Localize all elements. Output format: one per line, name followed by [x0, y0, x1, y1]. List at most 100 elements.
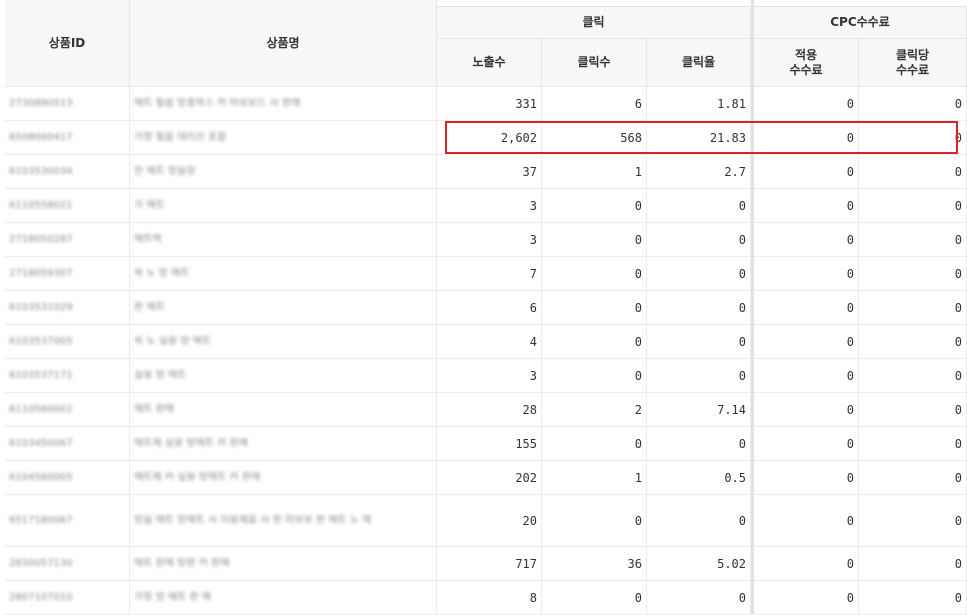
- fee-per-click-cell: 0: [859, 223, 967, 257]
- clicks-cell: 0: [542, 291, 647, 325]
- impressions-cell: 2,602: [437, 121, 542, 155]
- product-id-cell-text: 6103537005: [9, 336, 73, 347]
- applied-fee-cell: 0: [754, 121, 859, 155]
- ctr-cell: 1.81: [647, 87, 751, 121]
- impressions-cell: 3: [437, 223, 542, 257]
- header-group-click: 클릭: [437, 7, 751, 39]
- product-id-cell: 2718059307: [5, 257, 130, 291]
- fee-per-click-cell: 0: [859, 581, 967, 615]
- product-id-cell: 6508000417: [5, 121, 130, 155]
- product-name-cell-text: 매트 판매: [134, 403, 174, 415]
- product-name-cell: 매트 판매: [130, 393, 437, 427]
- fee-per-click-cell: 0: [859, 359, 967, 393]
- product-id-cell: 2730890513: [5, 87, 130, 121]
- header-impressions[interactable]: 노출수: [437, 39, 542, 87]
- product-id-cell-text: 2730890513: [9, 98, 73, 109]
- applied-fee-cell: 0: [754, 257, 859, 291]
- header-fee-per-click[interactable]: 클릭당 수수료: [859, 39, 967, 87]
- header-group-cpc: CPC수수료: [754, 7, 967, 39]
- product-name-cell-text: 가 매트: [134, 199, 165, 211]
- applied-fee-cell: 0: [754, 87, 859, 121]
- applied-fee-cell: 0: [754, 291, 859, 325]
- applied-fee-cell: 0: [754, 359, 859, 393]
- product-id-cell: 6103531029: [5, 291, 130, 325]
- product-id-cell-text: 6103537171: [9, 370, 73, 381]
- clicks-cell: 0: [542, 257, 647, 291]
- clicks-cell: 0: [542, 189, 647, 223]
- header-product-name[interactable]: 상품명: [130, 0, 437, 87]
- header-product-id[interactable]: 상품ID: [5, 0, 130, 87]
- fee-per-click-cell: 0: [859, 461, 967, 495]
- impressions-cell: 6: [437, 291, 542, 325]
- ctr-cell: 0: [647, 427, 751, 461]
- product-name-cell: 방음 매트 방매트 사 미용재료 사 판 마보보 판 매트 노 매: [130, 495, 437, 547]
- impressions-cell: 4: [437, 325, 542, 359]
- product-id-cell: 6110560002: [5, 393, 130, 427]
- applied-fee-cell: 0: [754, 427, 859, 461]
- product-name-cell: 매트 필름 방풍박스 커 마보보드 사 판매: [130, 87, 437, 121]
- fee-per-click-cell: 0: [859, 121, 967, 155]
- applied-fee-cell: 0: [754, 581, 859, 615]
- ad-performance-table: 상품ID 상품명 클릭 CPC수수료 노출수 클릭수 클릭율 적용 수수료 클릭…: [0, 0, 967, 615]
- product-id-cell-text: 6103530034: [9, 166, 73, 177]
- product-id-cell-text: 2830057130: [9, 558, 73, 569]
- impressions-cell: 20: [437, 495, 542, 547]
- product-name-cell-text: 욕 노 방 매트: [134, 267, 190, 279]
- header-top-strip: [437, 0, 967, 7]
- clicks-cell: 1: [542, 155, 647, 189]
- impressions-cell: 8: [437, 581, 542, 615]
- ctr-cell: 0: [647, 291, 751, 325]
- ctr-cell: 0: [647, 223, 751, 257]
- ctr-cell: 0: [647, 495, 751, 547]
- product-name-cell-text: 한 매트 방음장: [134, 165, 196, 177]
- header-ctr[interactable]: 클릭율: [647, 39, 751, 87]
- ctr-cell: 5.02: [647, 547, 751, 581]
- ctr-cell: 2.7: [647, 155, 751, 189]
- product-id-cell-text: 6103531029: [9, 302, 73, 313]
- header-applied-fee[interactable]: 적용 수수료: [754, 39, 859, 87]
- impressions-cell: 331: [437, 87, 542, 121]
- fee-per-click-cell: 0: [859, 155, 967, 189]
- product-name-cell: 매트제 커 실용 방매트 커 판매: [130, 461, 437, 495]
- header-clicks[interactable]: 클릭수: [542, 39, 647, 87]
- applied-fee-cell: 0: [754, 325, 859, 359]
- product-id-cell: 6103537171: [5, 359, 130, 393]
- product-name-cell-text: 가정 필름 대리선 포함: [134, 131, 227, 143]
- product-id-cell-text: 2718050287: [9, 234, 73, 245]
- ctr-cell: 0.5: [647, 461, 751, 495]
- product-name-cell: 매트 판매 방판 커 판매: [130, 547, 437, 581]
- product-name-cell-text: 실용 방 매트: [134, 369, 187, 381]
- impressions-cell: 3: [437, 359, 542, 393]
- impressions-cell: 7: [437, 257, 542, 291]
- product-name-cell-text: 방음 매트 방매트 사 미용재료 사 판 마보보 판 매트 노 매: [134, 514, 372, 526]
- impressions-cell: 202: [437, 461, 542, 495]
- ctr-cell: 0: [647, 325, 751, 359]
- product-id-cell: 6517180067: [5, 495, 130, 547]
- product-name-cell-text: 매트 판매 방판 커 판매: [134, 557, 230, 569]
- product-id-cell: 2830057130: [5, 547, 130, 581]
- fee-per-click-cell: 0: [859, 87, 967, 121]
- product-name-cell-text: 욕 노 실용 방 매트: [134, 335, 212, 347]
- ctr-cell: 0: [647, 189, 751, 223]
- clicks-cell: 568: [542, 121, 647, 155]
- product-id-cell: 2807107010: [5, 581, 130, 615]
- clicks-cell: 0: [542, 359, 647, 393]
- product-name-cell: 가 매트: [130, 189, 437, 223]
- fee-per-click-cell: 0: [859, 189, 967, 223]
- applied-fee-cell: 0: [754, 223, 859, 257]
- fee-per-click-cell: 0: [859, 291, 967, 325]
- clicks-cell: 0: [542, 325, 647, 359]
- impressions-cell: 717: [437, 547, 542, 581]
- clicks-cell: 0: [542, 581, 647, 615]
- ctr-cell: 21.83: [647, 121, 751, 155]
- applied-fee-cell: 0: [754, 547, 859, 581]
- product-id-cell-text: 6103450067: [9, 438, 73, 449]
- product-name-cell: 가정 필름 대리선 포함: [130, 121, 437, 155]
- product-name-cell-text: 매트제 커 실용 방매트 커 판매: [134, 471, 261, 483]
- impressions-cell: 155: [437, 427, 542, 461]
- product-name-cell-text: 매트백: [134, 233, 162, 245]
- product-id-cell-text: 6110558021: [9, 200, 73, 211]
- product-name-cell: 욕 노 실용 방 매트: [130, 325, 437, 359]
- impressions-cell: 3: [437, 189, 542, 223]
- product-name-cell: 실용 방 매트: [130, 359, 437, 393]
